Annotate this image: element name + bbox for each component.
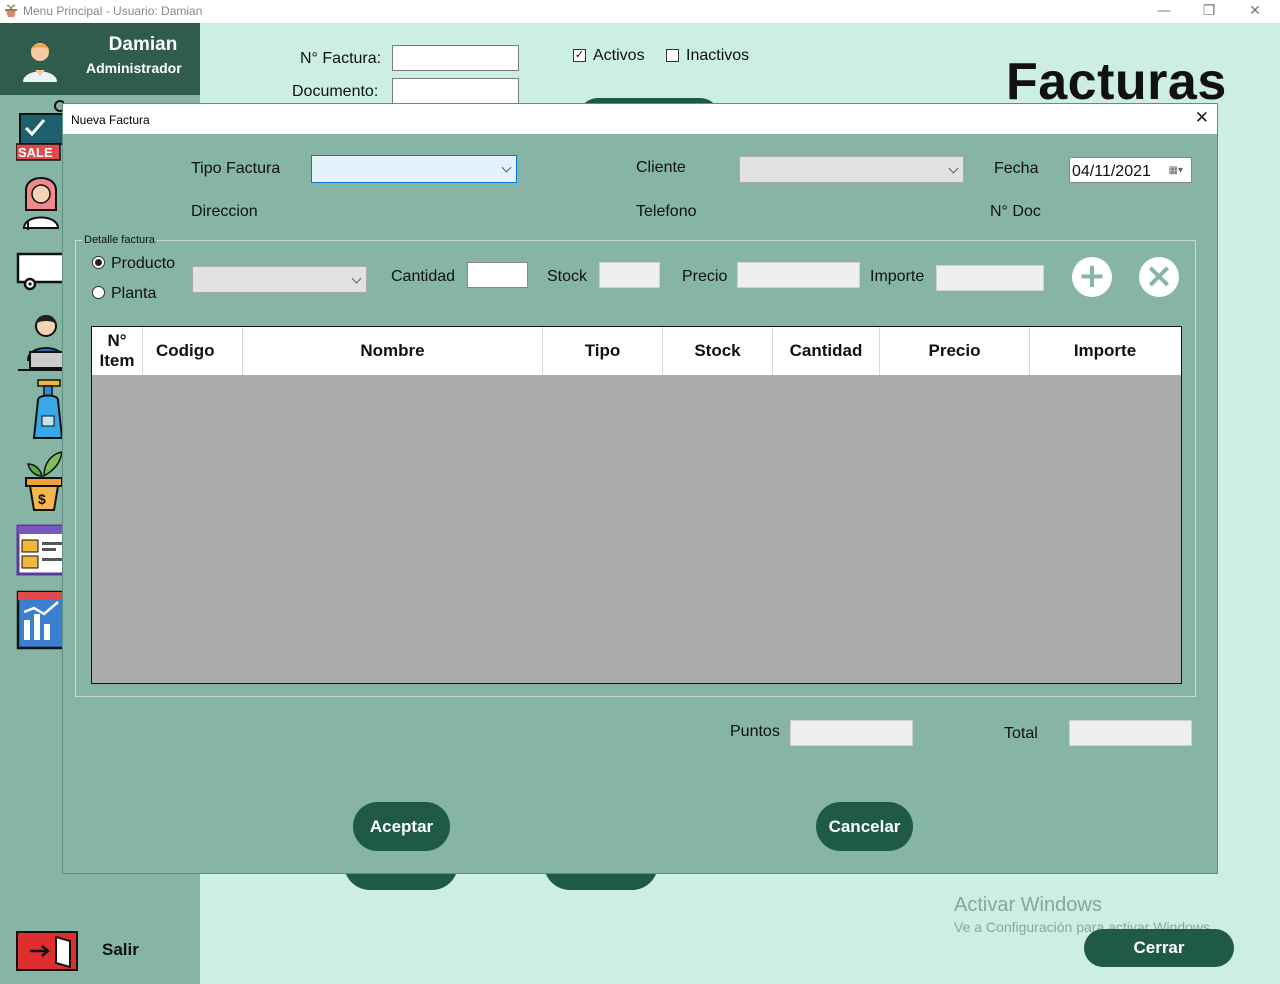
precio-label: Precio <box>682 268 728 285</box>
cliente-label: Cliente <box>636 159 686 176</box>
column-header-stock[interactable]: Stock <box>663 327 773 375</box>
column-header-importe[interactable]: Importe <box>1030 327 1180 375</box>
tipo-factura-label: Tipo Factura <box>191 160 281 177</box>
detalle-factura-legend: Detalle factura <box>82 234 157 246</box>
minimize-button[interactable]: — <box>1152 2 1176 20</box>
window-titlebar: Menu Principal - Usuario: Damian — ❐ ✕ <box>0 0 1280 23</box>
producto-label: Producto <box>111 255 176 272</box>
user-avatar-icon <box>23 43 57 82</box>
sale-badge-text: SALE <box>18 145 53 160</box>
column-header-codigo[interactable]: Codigo <box>143 327 243 375</box>
add-item-button[interactable]: + <box>1072 257 1112 297</box>
truck-icon[interactable] <box>16 248 64 294</box>
calendar-icon[interactable]: ▦▾ <box>1169 165 1183 176</box>
puntos-input[interactable] <box>790 720 913 746</box>
svg-text:$: $ <box>38 491 46 507</box>
chevron-down-icon <box>948 163 959 174</box>
nueva-factura-dialog: Nueva Factura ✕ Tipo Factura Cliente Fec… <box>62 103 1218 874</box>
dialog-titlebar: Nueva Factura ✕ <box>63 104 1217 134</box>
documento-input[interactable] <box>392 78 519 104</box>
ndoc-label: N° Doc <box>990 203 1041 220</box>
importe-label: Importe <box>870 268 925 285</box>
plant-pot-app-icon <box>5 4 17 17</box>
fecha-label: Fecha <box>994 160 1039 177</box>
direccion-label: Direccion <box>191 203 258 220</box>
remove-item-button[interactable]: × <box>1139 257 1179 297</box>
factura-label: N° Factura: <box>300 50 382 67</box>
tipo-factura-select[interactable] <box>311 155 517 183</box>
window-title: Menu Principal - Usuario: Damian <box>23 4 203 18</box>
activos-checkbox[interactable]: ✓ <box>573 49 586 62</box>
producto-select[interactable] <box>192 266 367 293</box>
column-header-tipo[interactable]: Tipo <box>543 327 663 375</box>
telefono-label: Telefono <box>636 203 697 220</box>
spray-bottle-icon[interactable] <box>16 378 64 442</box>
importe-input[interactable] <box>936 265 1044 291</box>
dialog-close-button[interactable]: ✕ <box>1195 108 1209 128</box>
stock-label: Stock <box>547 268 588 285</box>
inactivos-label: Inactivos <box>686 47 750 64</box>
total-label: Total <box>1004 725 1038 742</box>
factura-input[interactable] <box>392 45 519 71</box>
cantidad-input[interactable] <box>467 262 528 288</box>
activation-watermark-title: Activar Windows <box>954 894 1102 916</box>
fecha-datepicker[interactable]: 04/11/2021 ▦▾ <box>1069 157 1192 183</box>
salir-label[interactable]: Salir <box>102 940 139 960</box>
customer-icon[interactable] <box>16 310 64 372</box>
user-name: Damian <box>108 34 178 55</box>
planta-label: Planta <box>111 285 157 302</box>
column-header-nombre[interactable]: Nombre <box>243 327 543 375</box>
column-header-nitem[interactable]: N° Item <box>92 327 143 375</box>
producto-radio[interactable] <box>92 256 105 269</box>
statistics-icon[interactable] <box>16 590 64 654</box>
user-role: Administrador <box>86 60 182 76</box>
dialog-title: Nueva Factura <box>71 113 150 127</box>
stock-input[interactable] <box>599 262 660 288</box>
close-window-button[interactable]: ✕ <box>1243 2 1267 20</box>
sale-tag-icon[interactable]: SALE <box>16 98 64 164</box>
column-header-cantidad[interactable]: Cantidad <box>773 327 880 375</box>
aceptar-button[interactable]: Aceptar <box>353 802 450 851</box>
column-header-precio[interactable]: Precio <box>880 327 1030 375</box>
activos-label: Activos <box>593 47 645 64</box>
total-input[interactable] <box>1069 720 1192 746</box>
precio-input[interactable] <box>737 262 860 288</box>
grid-header: N° Item Codigo Nombre Tipo Stock Cantida… <box>92 327 1181 375</box>
report-window-icon[interactable] <box>16 524 64 578</box>
fecha-value: 04/11/2021 <box>1072 163 1151 180</box>
inactivos-checkbox[interactable] <box>666 49 679 62</box>
cerrar-button[interactable]: Cerrar <box>1084 929 1234 967</box>
exit-door-icon[interactable] <box>16 931 78 971</box>
cliente-select[interactable] <box>739 156 964 183</box>
cancelar-button[interactable]: Cancelar <box>816 802 913 851</box>
employee-icon[interactable] <box>16 170 64 232</box>
detalle-grid[interactable]: N° Item Codigo Nombre Tipo Stock Cantida… <box>91 326 1182 684</box>
chevron-down-icon <box>501 162 512 173</box>
documento-label: Documento: <box>292 83 379 100</box>
plant-pot-icon[interactable]: $ <box>16 448 64 512</box>
restore-button[interactable]: ❐ <box>1197 2 1221 20</box>
cantidad-label: Cantidad <box>391 268 456 285</box>
planta-radio[interactable] <box>92 286 105 299</box>
puntos-label: Puntos <box>730 723 780 740</box>
chevron-down-icon <box>351 273 362 284</box>
